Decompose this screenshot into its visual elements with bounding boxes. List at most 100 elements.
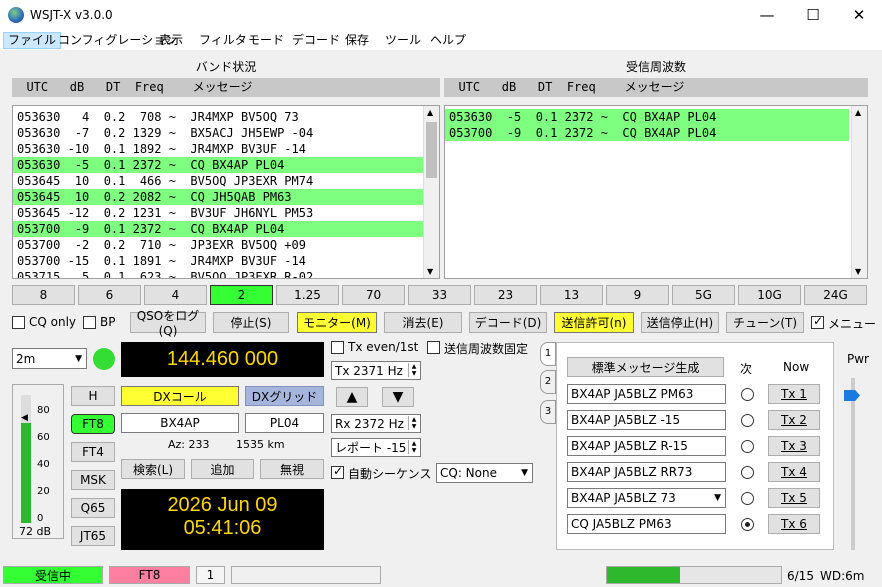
tx-1-next-radio[interactable] <box>741 388 754 401</box>
tx-6-next-radio[interactable] <box>741 518 754 531</box>
band-button-7[interactable]: 23 <box>474 285 537 305</box>
scroll-up-icon[interactable]: ▲ <box>427 108 433 117</box>
band-button-9[interactable]: 9 <box>606 285 669 305</box>
menu-help[interactable]: ヘルプ <box>426 32 470 49</box>
menu-file[interactable]: ファイル <box>3 32 62 49</box>
rx-frequency-scrollbar[interactable]: ▲ ▼ <box>851 106 867 278</box>
table-row[interactable]: 053630 -10 0.1 1892 ~ JR4MXP BV3UF -14 <box>13 141 423 157</box>
cq-select[interactable]: CQ: None ▼ <box>436 463 533 483</box>
menu-view[interactable]: 表示 <box>155 32 187 49</box>
tx-3-next-radio[interactable] <box>741 440 754 453</box>
mode-button-ft8[interactable]: FT8 <box>71 414 115 434</box>
tx-freq-spinbox[interactable]: Tx 2371 Hz ▲ ▼ <box>331 361 421 380</box>
rx-to-tx-arrow-down-icon[interactable]: ▼ <box>382 387 414 407</box>
scroll-down-icon[interactable]: ▼ <box>855 267 861 276</box>
tx-message-3-input[interactable]: BX4AP JA5BLZ R-15 <box>567 436 726 456</box>
cq-only-checkbox[interactable] <box>12 316 25 329</box>
menu-mode[interactable]: モード <box>244 32 288 49</box>
monitor-button[interactable]: モニター(M) <box>297 312 377 333</box>
menu-save[interactable]: 保存 <box>341 32 373 49</box>
mode-button-msk[interactable]: MSK <box>71 470 115 490</box>
dx-call-button[interactable]: DXコール <box>121 386 239 406</box>
scroll-thumb[interactable] <box>426 122 437 178</box>
erase-button[interactable]: 消去(E) <box>384 312 462 333</box>
tx-2-next-radio[interactable] <box>741 414 754 427</box>
band-button-10[interactable]: 5G <box>672 285 735 305</box>
band-activity-list[interactable]: 053630 4 0.2 708 ~ JR4MXP BV5OQ 73 053630… <box>12 105 440 279</box>
tx-4-next-radio[interactable] <box>741 466 754 479</box>
tune-button[interactable]: チューン(T) <box>726 312 804 333</box>
tx-even-checkbox[interactable] <box>331 341 344 354</box>
table-row[interactable]: 053645 10 0.2 2082 ~ CQ JH5QAB PM63 <box>13 189 423 205</box>
table-row[interactable]: 053645 10 0.1 466 ~ BV5OQ JP3EXR PM74 <box>13 173 423 189</box>
band-select[interactable]: 2m ▼ <box>12 348 87 369</box>
tx-message-5-input[interactable]: BX4AP JA5BLZ 73 ▼ <box>567 488 726 508</box>
table-row[interactable]: 053700 -2 0.2 710 ~ JP3EXR BV5OQ +09 <box>13 237 423 253</box>
table-row[interactable]: 053630 -7 0.2 1329 ~ BX5ACJ JH5EWP -04 <box>13 125 423 141</box>
mode-button-jt65[interactable]: JT65 <box>71 526 115 546</box>
scroll-up-icon[interactable]: ▲ <box>855 108 861 117</box>
tx-1-now-button[interactable]: Tx 1 <box>768 384 820 404</box>
menu-tools[interactable]: ツール <box>381 32 425 49</box>
band-button-6[interactable]: 33 <box>408 285 471 305</box>
band-button-4[interactable]: 1.25 <box>276 285 339 305</box>
tx-message-1-input[interactable]: BX4AP JA5BLZ PM63 <box>567 384 726 404</box>
hold-tx-freq-checkbox[interactable] <box>427 341 440 354</box>
spin-up-icon[interactable]: ▲ ▼ <box>408 440 419 454</box>
stop-button[interactable]: 停止(S) <box>213 312 289 333</box>
auto-seq-checkbox[interactable] <box>331 464 344 479</box>
band-button-2[interactable]: 4 <box>144 285 207 305</box>
maximize-button[interactable]: ☐ <box>790 0 836 30</box>
pwr-slider-handle[interactable] <box>844 390 860 401</box>
log-qso-button[interactable]: QSOをログ(Q) <box>130 309 206 338</box>
dx-grid-button[interactable]: DXグリッド <box>245 386 324 406</box>
tx-6-now-button[interactable]: Tx 6 <box>768 514 820 534</box>
tx-5-next-radio[interactable] <box>741 492 754 505</box>
tx-2-now-button[interactable]: Tx 2 <box>768 410 820 430</box>
tx-to-rx-arrow-up-icon[interactable]: ▲ <box>336 387 368 407</box>
tx-4-now-button[interactable]: Tx 4 <box>768 462 820 482</box>
mode-button-h[interactable]: H <box>71 386 115 406</box>
band-button-1[interactable]: 6 <box>78 285 141 305</box>
band-button-11[interactable]: 10G <box>738 285 801 305</box>
tab-2[interactable]: 2 <box>540 370 556 394</box>
tx-3-now-button[interactable]: Tx 3 <box>768 436 820 456</box>
table-row[interactable]: 053715 5 0.1 623 ~ BV5OQ JP3EXR R-02 <box>13 269 423 278</box>
halt-tx-button[interactable]: 送信停止(H) <box>641 312 719 333</box>
minimize-button[interactable]: — <box>744 0 790 30</box>
ignore-button[interactable]: 無視 <box>260 459 324 479</box>
mode-button-q65[interactable]: Q65 <box>71 498 115 518</box>
table-row[interactable]: 053630 -5 0.1 2372 ~ CQ BX4AP PL04 <box>13 157 423 173</box>
close-button[interactable]: ✕ <box>836 0 882 30</box>
lookup-button[interactable]: 検索(L) <box>121 459 185 479</box>
spin-up-icon[interactable]: ▲ ▼ <box>408 416 419 430</box>
table-row[interactable]: 053700 -9 0.1 2372 ~ CQ BX4AP PL04 <box>13 221 423 237</box>
tx-message-4-input[interactable]: BX4AP JA5BLZ RR73 <box>567 462 726 482</box>
report-spinbox[interactable]: レポート -15 ▲ ▼ <box>331 438 421 457</box>
menus-checkbox[interactable] <box>811 314 824 329</box>
bp-checkbox[interactable] <box>83 316 96 329</box>
spin-up-icon[interactable]: ▲ ▼ <box>408 363 419 377</box>
table-row[interactable]: 053630 -5 0.1 2372 ~ CQ BX4AP PL04 <box>445 109 849 125</box>
tx-message-6-input[interactable]: CQ JA5BLZ PM63 <box>567 514 726 534</box>
menu-filter[interactable]: フィルタ <box>195 32 251 49</box>
band-activity-scrollbar[interactable]: ▲ ▼ <box>423 106 439 278</box>
enable-tx-button[interactable]: 送信許可(n) <box>554 312 634 333</box>
tx-message-2-input[interactable]: BX4AP JA5BLZ -15 <box>567 410 726 430</box>
pwr-slider-track[interactable] <box>851 378 855 550</box>
tab-1[interactable]: 1 <box>540 342 556 366</box>
tab-3[interactable]: 3 <box>540 400 556 424</box>
dx-grid-input[interactable]: PL04 <box>245 413 324 433</box>
scroll-down-icon[interactable]: ▼ <box>427 267 433 276</box>
add-button[interactable]: 追加 <box>191 459 254 479</box>
band-button-8[interactable]: 13 <box>540 285 603 305</box>
band-button-12[interactable]: 24G <box>804 285 867 305</box>
table-row[interactable]: 053700 -9 0.1 2372 ~ CQ BX4AP PL04 <box>445 125 849 141</box>
band-button-3[interactable]: 2 <box>210 285 273 305</box>
menu-decode[interactable]: デコード <box>288 32 344 49</box>
mode-button-ft4[interactable]: FT4 <box>71 442 115 462</box>
table-row[interactable]: 053630 4 0.2 708 ~ JR4MXP BV5OQ 73 <box>13 109 423 125</box>
generate-messages-button[interactable]: 標準メッセージ生成 <box>567 357 724 377</box>
rx-frequency-list[interactable]: 053630 -5 0.1 2372 ~ CQ BX4AP PL04 053700… <box>444 105 868 279</box>
tx-5-now-button[interactable]: Tx 5 <box>768 488 820 508</box>
